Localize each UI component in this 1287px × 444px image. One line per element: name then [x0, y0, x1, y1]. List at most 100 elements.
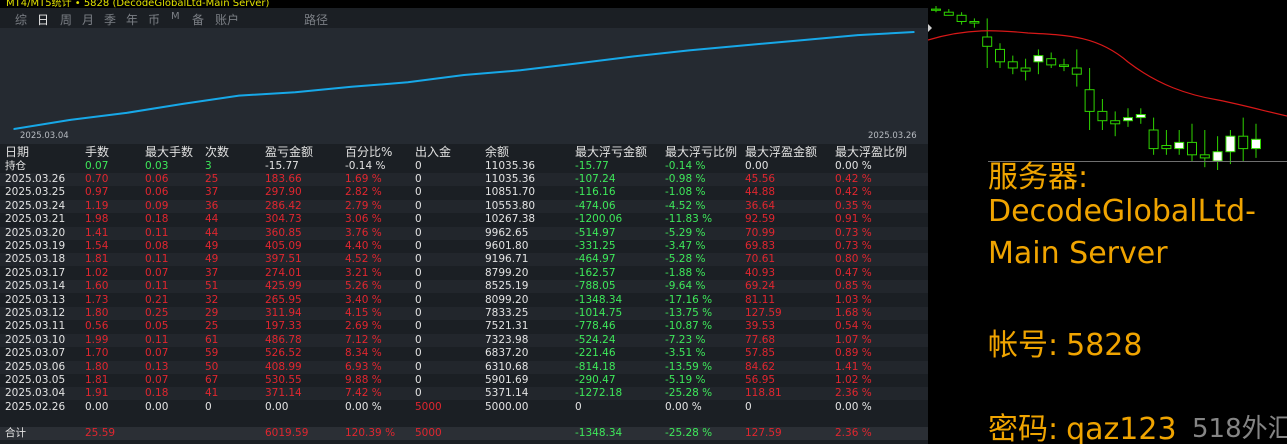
- cell-max-floating-loss-pct: -5.19 %: [665, 374, 706, 386]
- tab-3[interactable]: 月: [82, 11, 94, 28]
- column-header-max-floating-profit-pct[interactable]: 最大浮盈比例: [835, 145, 907, 160]
- cell-pnl: 274.01: [265, 266, 302, 279]
- cell-deposit: 0: [415, 266, 422, 279]
- cell-count: 29: [205, 307, 219, 319]
- tab-6[interactable]: 币: [148, 11, 160, 28]
- cell-max-lots: 0.21: [145, 293, 169, 306]
- balance-point: [688, 49, 690, 52]
- cell-max-floating-profit-pct: 1.41 %: [835, 360, 872, 373]
- table-row[interactable]: 2025.03.04 1.91 0.18 41 371.14 7.42 % 0 5371.14…: [0, 387, 928, 401]
- cell-deposit: 0: [415, 199, 422, 212]
- table-row[interactable]: 2025.03.11 0.56 0.05 25 197.33 2.69 % 0 7521.31…: [0, 320, 928, 333]
- tab-4[interactable]: 季: [104, 11, 116, 28]
- column-header-count[interactable]: 次数: [205, 145, 229, 160]
- tab-7[interactable]: M: [171, 11, 180, 22]
- table-row[interactable]: 2025.03.07 1.70 0.07 59 526.52 8.34 % 0 6837.20…: [0, 347, 928, 360]
- cell-date: 2025.03.11: [5, 320, 66, 333]
- column-header-max-floating-loss-pct[interactable]: 最大浮亏比例: [665, 145, 737, 160]
- table-row[interactable]: 2025.03.24 1.19 0.09 36 286.42 2.79 % 0 10553.8…: [0, 199, 928, 213]
- table-row[interactable]: 2025.03.26 0.70 0.06 25 183.66 1.69 % 0 11035.3…: [0, 173, 928, 186]
- table-row[interactable]: 2025.03.20 1.41 0.11 44 360.85 3.76 % 0 9962.65…: [0, 226, 928, 240]
- cell-pct: 4.40 %: [345, 240, 382, 252]
- column-header-balance[interactable]: 余额: [485, 145, 509, 160]
- cell-max-floating-loss: -1348.34: [575, 427, 623, 439]
- cell-count: 41: [205, 387, 219, 400]
- cell-lots: 1.41: [85, 226, 109, 239]
- cell-max-floating-profit: 0.00: [745, 160, 769, 172]
- cell-deposit: 0: [415, 240, 422, 252]
- balance-chart: 2025.03.04 2025.03.26: [0, 28, 928, 144]
- table-row[interactable]: 2025.03.05 1.81 0.07 67 530.55 9.88 % 0 5901.69…: [0, 374, 928, 387]
- holding-row[interactable]: 持仓 0.07 0.03 3 -15.77 -0.14 % 0 11035.36 -15.77 -…: [0, 160, 928, 173]
- table-row[interactable]: 2025.03.17 1.02 0.07 37 274.01 3.21 % 0 8799.20…: [0, 267, 928, 280]
- cell-pnl: 397.51: [265, 253, 302, 266]
- cell-max-lots: 0.07: [145, 374, 169, 386]
- column-header-pnl[interactable]: 盈亏金额: [265, 145, 313, 160]
- cell-lots: 1.19: [85, 199, 109, 212]
- cell-balance: 9962.65: [485, 226, 529, 239]
- balance-point: [632, 55, 634, 58]
- tab-9[interactable]: 账户: [215, 11, 239, 28]
- cell-deposit: 5000: [415, 427, 442, 439]
- column-header-pct[interactable]: 百分比%: [345, 145, 392, 160]
- cell-max-floating-profit: 118.81: [745, 387, 782, 400]
- cell-pct: 1.69 %: [345, 173, 382, 185]
- tab-10[interactable]: 路径: [304, 11, 328, 28]
- candle: [1135, 108, 1146, 124]
- cell-max-lots: 0.11: [145, 333, 169, 346]
- table-row[interactable]: 2025.02.26 0.00 0.00 0 0.00 0.00 % 5000 5000.00…: [0, 401, 928, 414]
- table-row[interactable]: 2025.03.12 1.80 0.25 29 311.94 4.15 % 0 7833.25…: [0, 307, 928, 320]
- tab-2[interactable]: 周: [60, 11, 72, 28]
- column-header-max-floating-profit[interactable]: 最大浮盈金额: [745, 145, 817, 160]
- column-header-lots[interactable]: 手数: [85, 145, 109, 160]
- cell-balance: 7521.31: [485, 320, 529, 333]
- cell-max-floating-loss-pct: 0.00 %: [665, 400, 702, 413]
- cell-max-lots: 0.00: [145, 400, 169, 413]
- table-row[interactable]: 2025.03.06 1.80 0.13 50 408.99 6.93 % 0 6310.68…: [0, 360, 928, 374]
- cell-balance: 5901.69: [485, 374, 529, 386]
- cell-date: 2025.03.07: [5, 347, 66, 360]
- table-row[interactable]: 2025.03.13 1.73 0.21 32 265.95 3.40 % 0 8099.20…: [0, 294, 928, 307]
- cell-max-lots: 0.07: [145, 266, 169, 279]
- cell-pct: 3.40 %: [345, 293, 382, 306]
- cell-deposit: 0: [415, 173, 422, 185]
- table-row[interactable]: 2025.03.18 1.81 0.11 49 397.51 4.52 % 0 9196.71…: [0, 253, 928, 267]
- cell-max-lots: 0.18: [145, 387, 169, 400]
- table-row[interactable]: 2025.03.19 1.54 0.08 49 405.09 4.40 % 0 9601.80…: [0, 240, 928, 253]
- column-header-date[interactable]: 日期: [5, 145, 29, 160]
- cell-max-floating-loss-pct: -11.83 %: [665, 213, 713, 226]
- total-row[interactable]: 合计 25.59 6019.59 120.39 % 5000 -1348.34 -25.28…: [0, 427, 928, 440]
- table-row[interactable]: 2025.03.14 1.60 0.11 51 425.99 5.26 % 0 8525.19…: [0, 280, 928, 294]
- cell-count: 3: [205, 160, 212, 172]
- cell-max-floating-loss-pct: -9.64 %: [665, 280, 706, 293]
- cell-max-floating-loss: -814.18: [575, 360, 616, 373]
- balance-point: [575, 62, 578, 65]
- cell-pnl: 530.55: [265, 374, 302, 386]
- candle: [969, 18, 980, 28]
- candle: [982, 18, 993, 68]
- cell-max-floating-profit: 45.56: [745, 173, 776, 185]
- column-header-max-floating-loss[interactable]: 最大浮亏金额: [575, 145, 647, 160]
- table-row[interactable]: 2025.03.25 0.97 0.06 37 297.90 2.82 % 0 10851.7…: [0, 186, 928, 199]
- tab-1[interactable]: 日: [37, 11, 49, 28]
- cell-pct: 2.69 %: [345, 320, 382, 333]
- cell-max-floating-profit-pct: 0.91 %: [835, 213, 872, 226]
- balance-point: [350, 86, 353, 88]
- x-end-label: 2025.03.26: [868, 131, 917, 141]
- table-row[interactable]: 2025.03.21 1.98 0.18 44 304.73 3.06 % 0 10267.3…: [0, 213, 928, 226]
- window-title: MT4/MT5统计 • 5828 (DecodeGlobalLtd-Main S…: [6, 0, 270, 9]
- cell-max-floating-loss: -1272.18: [575, 387, 623, 400]
- cell-pct: 7.12 %: [345, 333, 382, 346]
- cell-balance: 10553.80: [485, 199, 536, 212]
- column-header-deposit[interactable]: 出入金: [415, 145, 451, 160]
- title-strip: MT4/MT5统计 • 5828 (DecodeGlobalLtd-Main S…: [0, 0, 928, 9]
- table-row[interactable]: 2025.03.10 1.99 0.11 61 486.78 7.12 % 0 7323.98…: [0, 333, 928, 347]
- cell-max-floating-profit-pct: 0.00 %: [835, 160, 872, 172]
- cell-max-floating-loss-pct: -3.47 %: [665, 240, 706, 252]
- tab-0[interactable]: 综: [15, 11, 27, 28]
- tab-8[interactable]: 备: [192, 11, 204, 28]
- column-header-max-lots[interactable]: 最大手数: [145, 145, 193, 160]
- cell-max-floating-loss-pct: -25.28 %: [665, 387, 713, 400]
- tab-5[interactable]: 年: [126, 11, 138, 28]
- cell-max-floating-profit-pct: 0.80 %: [835, 253, 872, 266]
